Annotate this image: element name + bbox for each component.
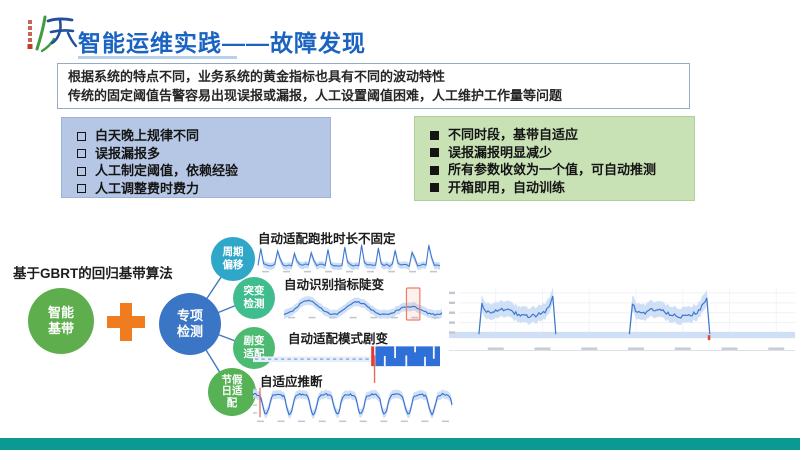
- special-detection-circle: 专项 检测: [159, 293, 221, 355]
- benefit-item-label: 误报漏报明显减少: [448, 146, 552, 161]
- baseline-band-chart: [449, 285, 795, 351]
- circle-label-line: 检测: [177, 324, 203, 340]
- filled-square-bullet: [430, 131, 439, 140]
- circle-label-line: 专项: [177, 308, 203, 324]
- title-underline: [78, 56, 237, 59]
- problem-item-label: 人工调整费时费力: [95, 182, 199, 197]
- slide: 智能运维实践——故障发现 根据系统的特点不同，业务系统的黄金指标也具有不同的波动…: [0, 0, 800, 450]
- intro-box: 根据系统的特点不同，业务系统的黄金指标也具有不同的波动特性 传统的固定阈值告警容…: [57, 63, 690, 109]
- mini-chart-step-change: [284, 289, 442, 318]
- hollow-square-bullet: [77, 149, 86, 158]
- problem-box: 白天晚上规律不同 误报漏报多 人工制定阈值，依赖经验 人工调整费时费力: [61, 117, 331, 198]
- benefit-item-label: 所有参数收敛为一个值，可自动推测: [448, 163, 656, 178]
- problem-item-label: 人工制定阈值，依赖经验: [95, 164, 238, 179]
- satellite-mutation-detect: 突变 检测: [233, 277, 275, 319]
- hollow-square-bullet: [77, 132, 86, 141]
- benefit-item-label: 开箱即用，自动训练: [448, 181, 565, 196]
- problem-item: 误报漏报多: [77, 147, 320, 162]
- filled-square-bullet: [430, 166, 439, 175]
- satellite-period-shift: 周期 偏移: [211, 237, 255, 281]
- hollow-square-bullet: [77, 184, 86, 193]
- mini-chart-mode-change: [253, 345, 440, 368]
- problem-item: 人工制定阈值，依赖经验: [77, 164, 320, 179]
- problem-item: 白天晚上规律不同: [77, 129, 320, 144]
- algorithm-caption: 基于GBRT的回归基带算法: [13, 262, 173, 282]
- satellite-holiday-adapt: 节假 日适 配: [208, 368, 256, 416]
- smart-baseline-circle: 智能 基带: [28, 288, 94, 354]
- problem-item-label: 误报漏报多: [95, 147, 160, 162]
- circle-label-line: 检测: [244, 298, 265, 311]
- problem-item-label: 白天晚上规律不同: [95, 129, 199, 144]
- mini-chart-spiky: [258, 244, 440, 272]
- circle-label-line: 基带: [48, 321, 74, 337]
- benefit-item: 误报漏报明显减少: [430, 146, 684, 161]
- footer-bar: [0, 438, 800, 450]
- problem-item: 人工调整费时费力: [77, 182, 320, 197]
- plus-icon: [107, 303, 145, 341]
- circle-label-line: 突变: [244, 285, 265, 298]
- filled-square-bullet: [430, 183, 439, 192]
- hollow-square-bullet: [77, 167, 86, 176]
- plus-bar: [120, 303, 132, 341]
- circle-label-line: 配: [227, 398, 238, 410]
- brand-logo: [26, 11, 78, 55]
- intro-line-1: 根据系统的特点不同，业务系统的黄金指标也具有不同的波动特性: [68, 67, 679, 86]
- benefit-item-label: 不同时段，基带自适应: [448, 128, 578, 143]
- circle-label-line: 周期: [223, 246, 244, 259]
- benefit-box: 不同时段，基带自适应 误报漏报明显减少 所有参数收敛为一个值，可自动推测 开箱即…: [414, 116, 695, 201]
- page-title: 智能运维实践——故障发现: [78, 24, 366, 58]
- filled-square-bullet: [430, 148, 439, 157]
- circle-label-line: 偏移: [223, 259, 244, 272]
- benefit-item: 不同时段，基带自适应: [430, 128, 684, 143]
- intro-line-2: 传统的固定阈值告警容易出现误报或漏报，人工设置阈值困难，人工维护工作量等问题: [68, 86, 679, 105]
- mini-chart-adaptive: [253, 383, 452, 422]
- benefit-item: 开箱即用，自动训练: [430, 181, 684, 196]
- benefit-item: 所有参数收敛为一个值，可自动推测: [430, 163, 684, 178]
- circle-label-line: 智能: [48, 305, 74, 321]
